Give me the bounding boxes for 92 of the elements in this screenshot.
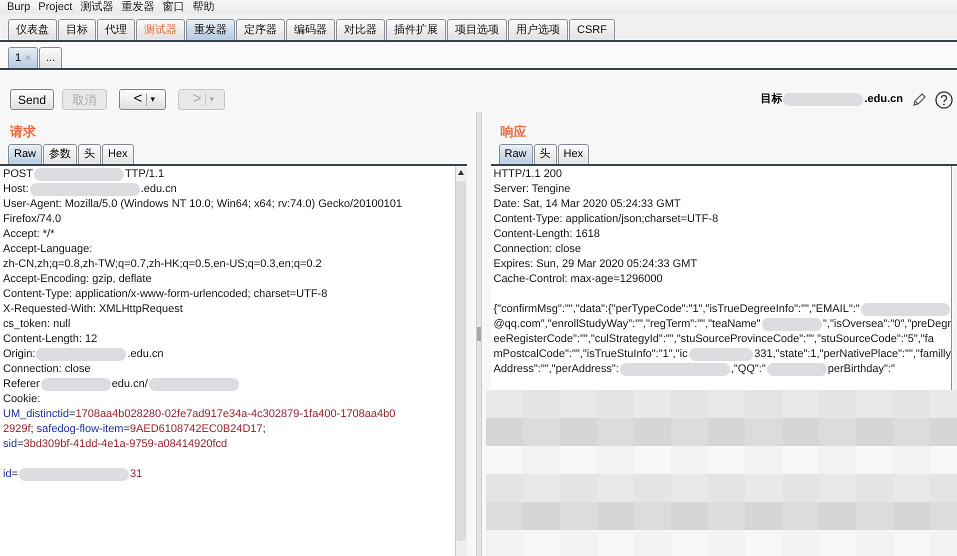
redaction-blur	[766, 363, 827, 376]
text-line: cs_token: null	[3, 317, 70, 332]
text-line: Content-Length: 1618	[494, 227, 600, 242]
text-line: Accept-Language:	[3, 242, 92, 258]
target-label: 目标	[760, 92, 782, 108]
param-name: id	[3, 467, 12, 482]
text-line: =	[17, 437, 24, 452]
menu-item[interactable]: 重发器	[122, 0, 154, 16]
text-line: .edu.cn	[127, 347, 164, 362]
scroll-up-icon[interactable]	[457, 169, 465, 177]
param-value: 3bd309bf-41dd-4e1a-9759-a08414920fcd	[24, 437, 228, 452]
text-line: POST	[3, 167, 33, 182]
request-tab[interactable]: ...	[38, 47, 62, 68]
text-line: {"confirmMsg":"","data":{"perTypeCode":"1","isTrueDegreeInfo":"","EMAIL":"	[494, 302, 860, 318]
target-host: .edu.cn	[864, 92, 903, 108]
param-value: 9AED6108742EC0B24D17	[130, 422, 263, 438]
tool-tab[interactable]: 项目选项	[447, 19, 507, 40]
tool-tab[interactable]: 重发器	[186, 19, 235, 40]
param-value: 31	[130, 467, 142, 482]
text-line: @qq.com","enrollStudyWay":"","regTerm":"","teaName"	[494, 317, 761, 332]
text-line: =	[12, 467, 18, 482]
menu-item[interactable]: 帮助	[192, 0, 214, 16]
text-line: Host:	[3, 182, 29, 198]
text-line: Expires: Sun, 29 Mar 2020 05:24:33 GMT	[494, 257, 698, 272]
text-line: Content-Length: 12	[3, 332, 98, 348]
text-line: perBirthday":"	[828, 362, 895, 378]
tool-tab[interactable]: 代理	[97, 19, 135, 40]
text-line: .edu.cn	[140, 182, 177, 198]
tool-tab[interactable]: 对比器	[336, 19, 385, 40]
text-line: User-Agent: Mozilla/5.0 (Windows NT 10.0; Win64; x64; rv:74.0) Gecko/20100101	[3, 197, 402, 212]
tool-tab[interactable]: 插件扩展	[386, 19, 446, 40]
param-value: 1708aa4b028280-02fe7ad917e34a-4c302879-1fa400-1708aa4b0	[75, 407, 396, 422]
tool-tab[interactable]: 目标	[58, 19, 96, 40]
view-tab[interactable]: Raw	[498, 144, 533, 164]
text-line: ;	[262, 422, 266, 438]
text-line: Origin:	[3, 347, 36, 362]
menu-item[interactable]: 窗口	[162, 0, 184, 16]
view-tab[interactable]: 头	[534, 144, 557, 164]
text-line: Date: Sat, 14 Mar 2020 05:24:33 GMT	[494, 197, 681, 212]
menu-item[interactable]: 测试器	[80, 0, 114, 16]
text-line: Accept-Encoding: gzip, deflate	[3, 272, 152, 288]
text-line: Firefox/74.0	[3, 212, 62, 228]
view-tab[interactable]: Hex	[558, 144, 590, 164]
text-line: Accept: */*	[3, 227, 54, 242]
text-line: Content-Type: application/json;charset=UTF-8	[494, 212, 718, 228]
text-line: TTP/1.1	[124, 167, 164, 182]
param-value: 2929f	[3, 422, 31, 438]
tool-tab[interactable]: CSRF	[569, 19, 615, 40]
text-line: Content-Type: application/x-www-form-urlencoded; charset=UTF-8	[3, 287, 328, 302]
param-name: safedog-flow-item	[36, 422, 124, 438]
text-line: mPostcalCode":"","isTrueStuInfo":"1","ic	[494, 347, 688, 362]
tool-tab[interactable]: 编码器	[286, 19, 335, 40]
pane-title: 响应	[500, 123, 528, 141]
tool-tab[interactable]: 用户选项	[508, 19, 568, 40]
request-tab[interactable]: 1 ×	[8, 47, 38, 68]
redaction-blur	[40, 378, 111, 391]
text-line: Referer	[3, 377, 40, 392]
pane-title: 请求	[8, 123, 37, 141]
text-line: Cookie:	[3, 392, 40, 408]
edit-icon[interactable]	[911, 92, 927, 108]
text-line: ;	[30, 422, 35, 438]
text-line: 331,"state":1,"perNativePlace":"","familly	[754, 347, 951, 362]
redaction-blur	[688, 348, 754, 361]
text-line: Connection: close	[494, 242, 581, 258]
send-button[interactable]: Send	[10, 89, 54, 110]
text-line: Address":"","perAddress":	[494, 362, 619, 378]
text-line: X-Requested-With: XMLHttpRequest	[3, 302, 183, 318]
param-name: sid	[3, 437, 18, 452]
text-line: Cache-Control: max-age=1296000	[494, 272, 663, 288]
text-line: edu.cn/	[112, 377, 148, 392]
text-line: Server: Tengine	[494, 182, 570, 198]
text-line: =	[123, 422, 130, 438]
back-button[interactable]: < ▾	[119, 89, 166, 110]
menu-item[interactable]: Project	[38, 0, 72, 16]
view-tab[interactable]: Raw	[8, 144, 42, 164]
view-tab[interactable]: Hex	[102, 144, 134, 164]
text-line: =	[69, 407, 76, 422]
tool-tab[interactable]: 仪表盘	[8, 19, 57, 40]
tool-tab[interactable]: 定序器	[236, 19, 285, 40]
text-line: zh-CN,zh;q=0.8,zh-TW;q=0.7,zh-HK;q=0.5,en-US;q=0.3,en;q=0.2	[3, 257, 322, 272]
text-line: HTTP/1.1 200	[494, 167, 562, 182]
help-icon[interactable]	[935, 90, 953, 108]
menu-item[interactable]: Burp	[7, 0, 30, 16]
text-line: ","isOversea":"0","preDegr	[823, 317, 951, 332]
scrollbar[interactable]	[454, 166, 466, 556]
text-line: ,"QQ":"	[730, 362, 766, 378]
view-tab[interactable]: 头	[78, 144, 102, 164]
text-line: eeRegisterCode":"","culStrategyId":"","stuSourceProvinceCode":"","stuSourceCode":"5","fa	[494, 332, 934, 348]
view-tab[interactable]: 参数	[43, 144, 78, 164]
redaction-blur	[762, 318, 822, 331]
text-line: Connection: close	[3, 362, 90, 378]
param-name: UM_distinctid	[3, 407, 70, 422]
